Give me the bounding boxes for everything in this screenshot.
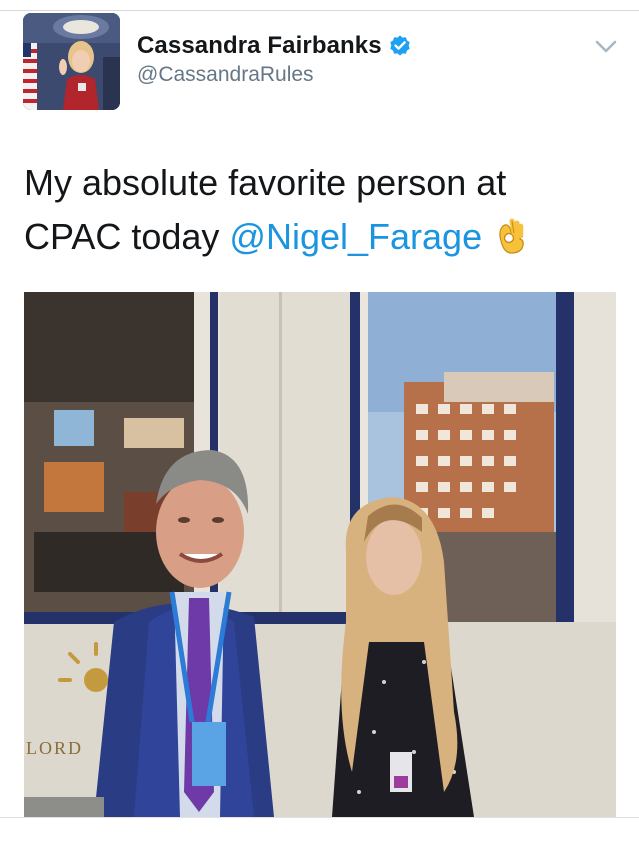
- photo-image: LORD: [24, 292, 616, 817]
- tweet-text: My absolute favorite person at CPAC toda…: [24, 156, 614, 264]
- tweet-text-prefix: CPAC today: [24, 216, 230, 257]
- tweet-photo[interactable]: LORD: [24, 292, 616, 817]
- sign-text: LORD: [26, 738, 83, 758]
- avatar-photo: [23, 13, 120, 110]
- author-display-name[interactable]: Cassandra Fairbanks: [137, 32, 382, 60]
- top-divider: [0, 10, 639, 11]
- tweet-text-line-2: CPAC today @Nigel_Farage: [24, 210, 614, 264]
- tweet-text-line-1: My absolute favorite person at: [24, 162, 507, 203]
- author-handle[interactable]: @CassandraRules: [137, 63, 314, 87]
- mention-link[interactable]: @Nigel_Farage: [229, 216, 482, 257]
- author-avatar[interactable]: [23, 13, 120, 110]
- chevron-down-icon[interactable]: [592, 36, 620, 58]
- verified-badge-icon: [388, 34, 412, 58]
- ok-hand-emoji-icon: [494, 216, 528, 254]
- author-name-row[interactable]: Cassandra Fairbanks: [137, 30, 412, 62]
- bottom-divider: [0, 817, 639, 818]
